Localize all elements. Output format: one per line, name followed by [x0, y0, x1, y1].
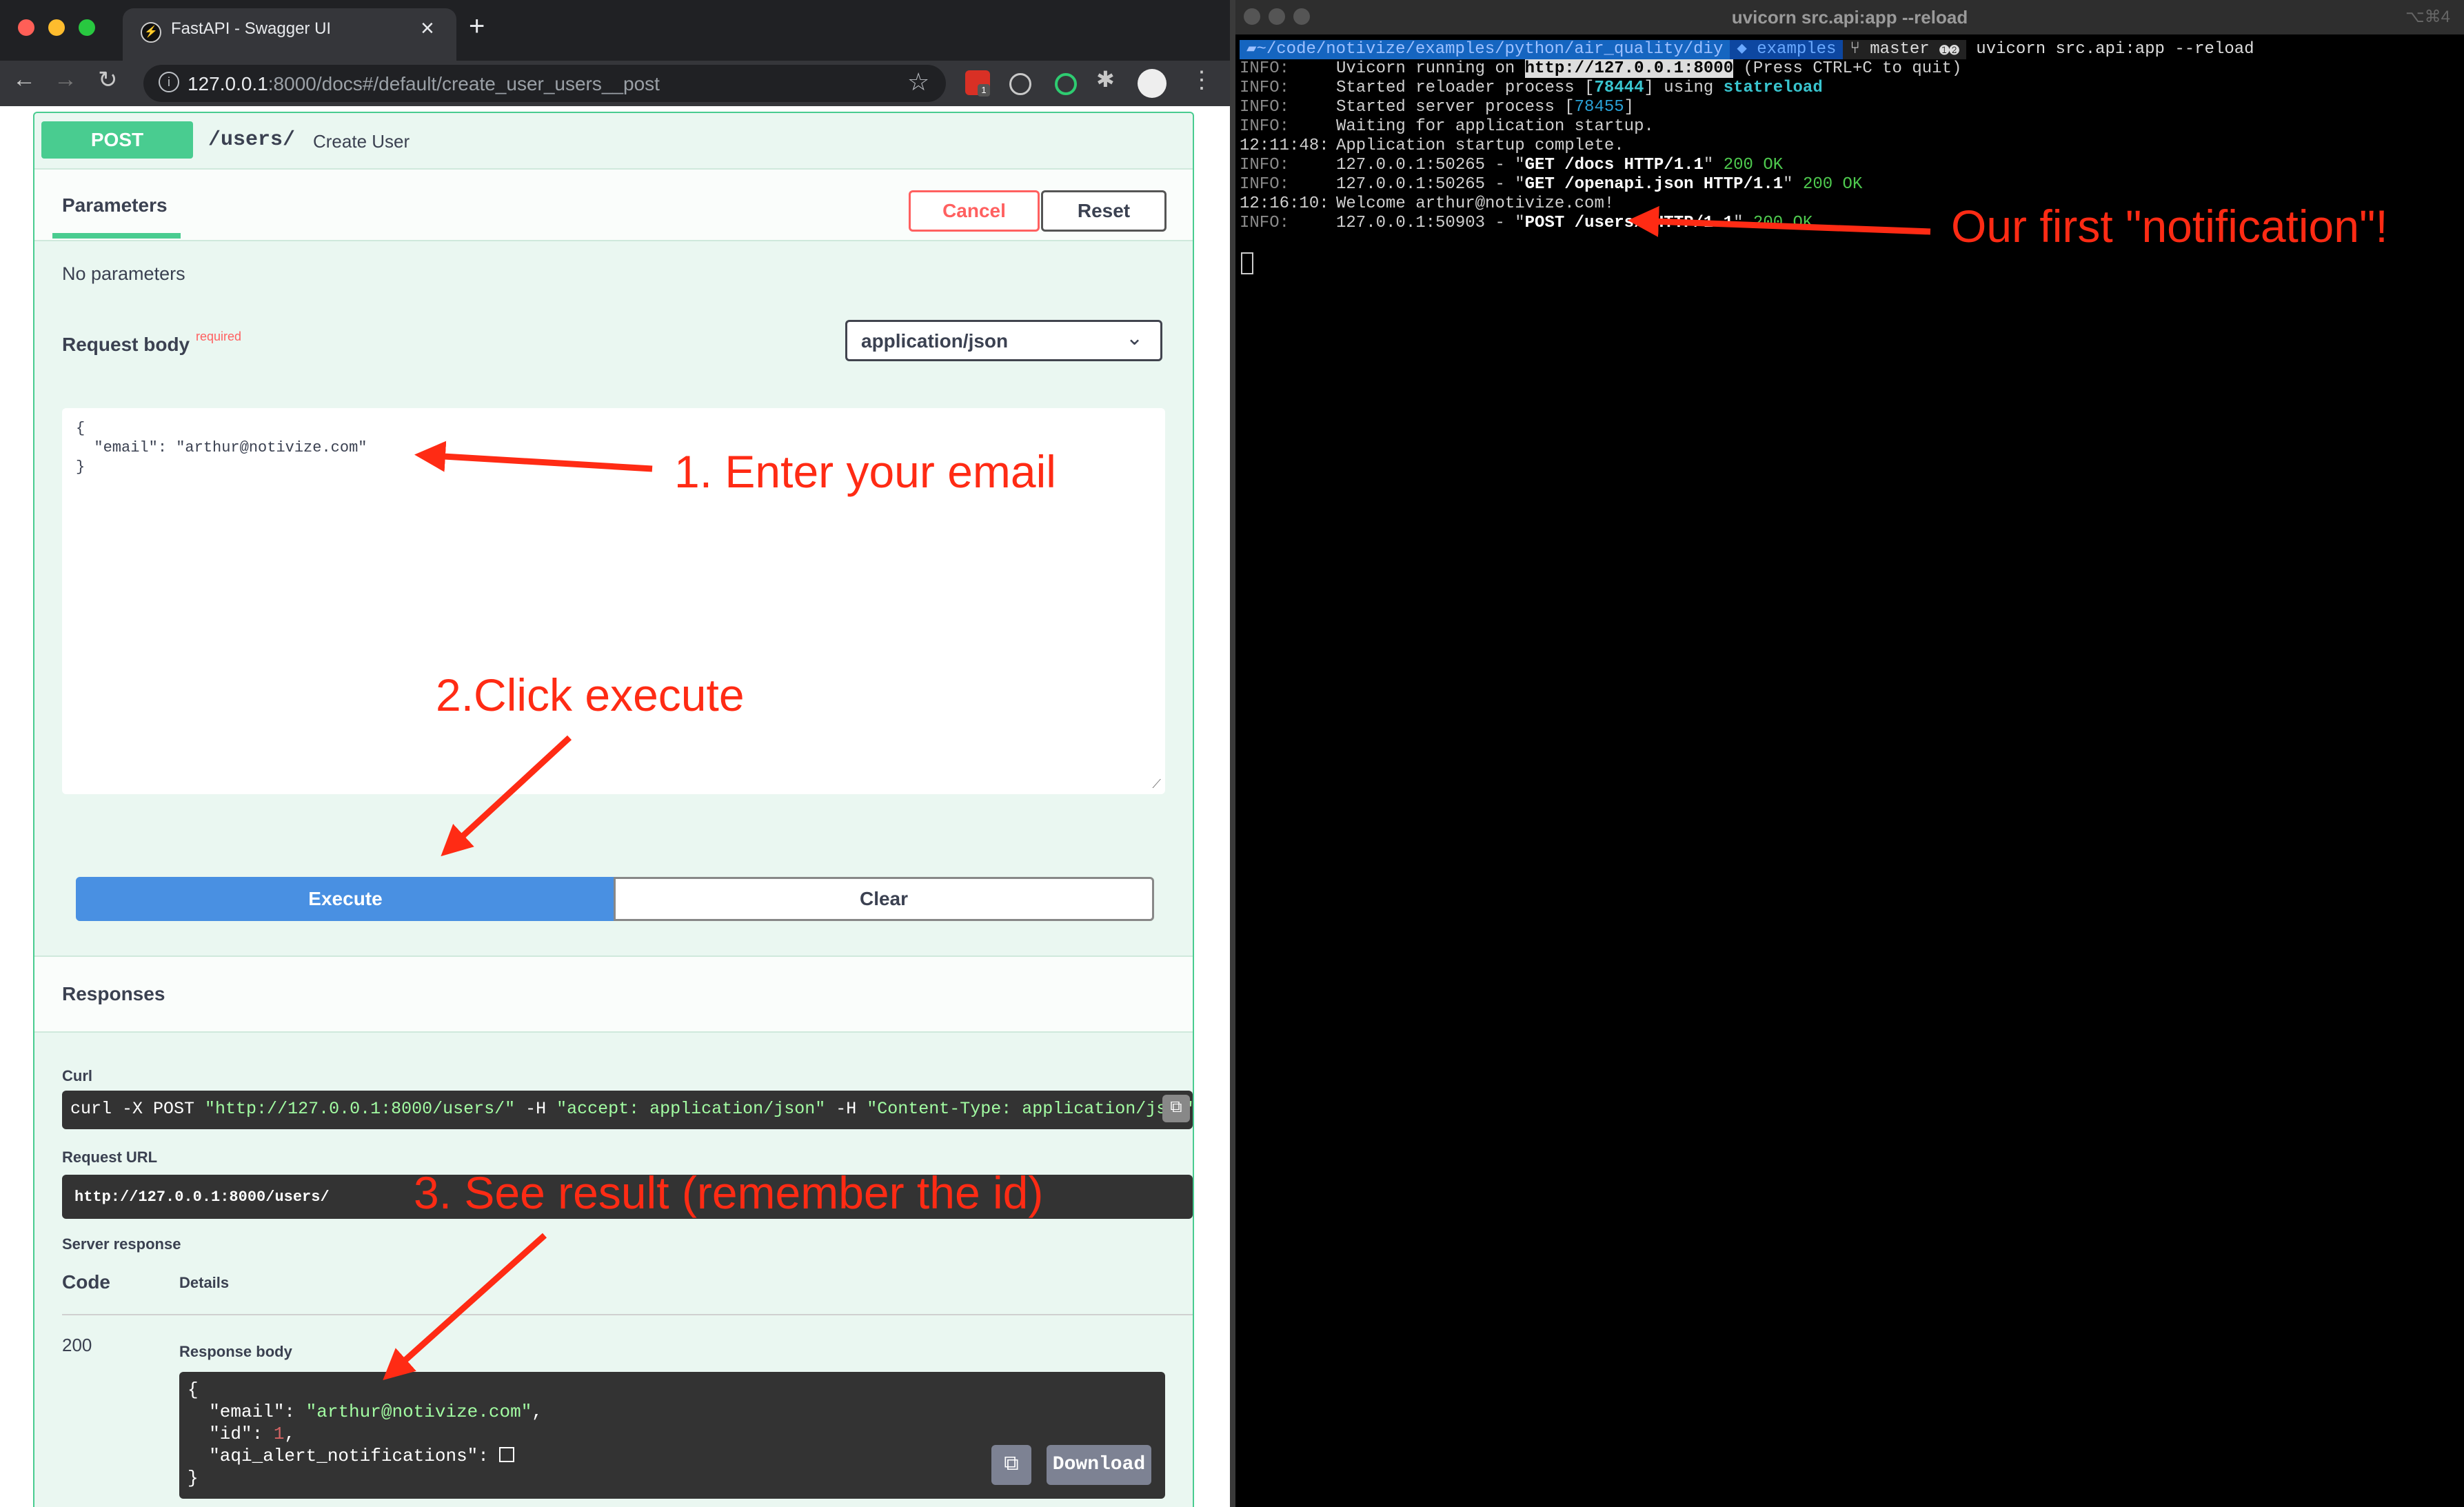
arrow-terminal-note — [1628, 205, 1931, 237]
arrow-step-3 — [383, 1233, 547, 1381]
arrow-step-2 — [441, 735, 572, 857]
arrow-step-1 — [414, 441, 653, 472]
annotation-arrows — [383, 205, 1931, 1381]
